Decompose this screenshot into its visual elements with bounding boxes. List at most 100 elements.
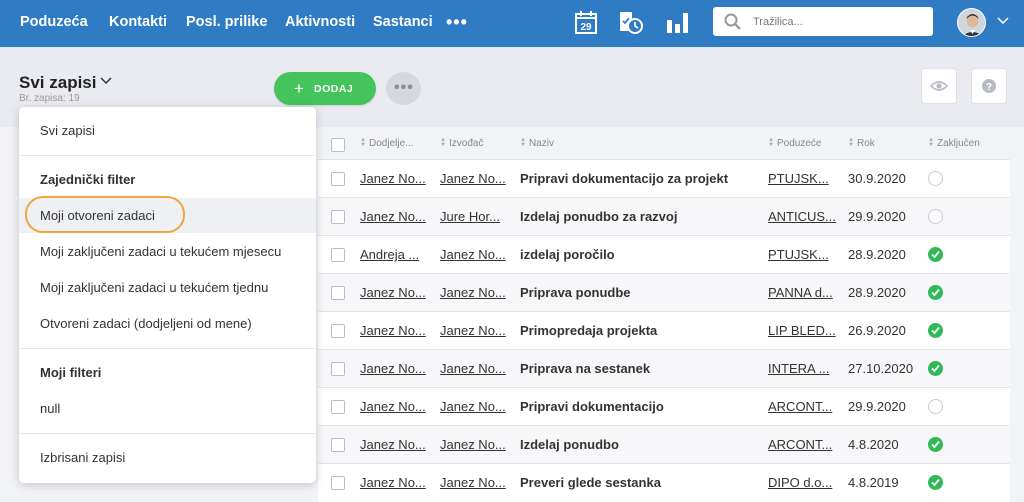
- dropdown-item-open-assigned-by-me[interactable]: Otvoreni zadaci (dodjeljeni od mene): [40, 316, 252, 331]
- assignee-link[interactable]: Janez No...: [360, 361, 426, 376]
- calendar-icon[interactable]: 29: [572, 9, 600, 37]
- dropdown-item-my-closed-month[interactable]: Moji zaključeni zadaci u tekućem mjesecu: [40, 244, 281, 259]
- help-button[interactable]: ?: [971, 68, 1007, 104]
- company-link[interactable]: LIP BLED...: [768, 323, 836, 338]
- row-checkbox[interactable]: [331, 400, 345, 414]
- user-avatar[interactable]: [957, 8, 986, 37]
- assignee-link[interactable]: Janez No...: [360, 437, 426, 452]
- tasks-history-icon[interactable]: [617, 9, 645, 37]
- task-name[interactable]: Priprava na sestanek: [520, 361, 650, 376]
- select-all-checkbox[interactable]: [331, 138, 345, 152]
- row-checkbox[interactable]: [331, 438, 345, 452]
- table-row[interactable]: Janez No... Janez No... Pripravi dokumenta…: [318, 159, 1010, 198]
- row-checkbox[interactable]: [331, 210, 345, 224]
- assignee-link[interactable]: Janez No...: [360, 209, 426, 224]
- dropdown-item-my-open-tasks[interactable]: Moji otvoreni zadaci: [40, 208, 155, 223]
- task-name[interactable]: Izdelaj ponudbo: [520, 437, 619, 452]
- chevron-down-icon[interactable]: [100, 77, 112, 85]
- open-status-icon[interactable]: [928, 171, 943, 186]
- table-row[interactable]: Janez No... Jure Hor... Izdelaj ponudbo za…: [318, 197, 1010, 236]
- assignee-link[interactable]: Janez No...: [360, 323, 426, 338]
- executor-link[interactable]: Janez No...: [440, 437, 506, 452]
- task-name[interactable]: Izdelaj ponudbo za razvoj: [520, 209, 677, 224]
- executor-link[interactable]: Janez No...: [440, 171, 506, 186]
- executor-link[interactable]: Janez No...: [440, 247, 506, 262]
- open-status-icon[interactable]: [928, 209, 943, 224]
- table-row[interactable]: Janez No... Janez No... Preveri glede sest…: [318, 463, 1010, 502]
- chevron-down-icon[interactable]: [997, 17, 1009, 25]
- nav-item-contacts[interactable]: Kontakti: [109, 14, 167, 30]
- add-button[interactable]: + DODAJ: [274, 72, 376, 105]
- row-checkbox[interactable]: [331, 172, 345, 186]
- assignee-link[interactable]: Janez No...: [360, 399, 426, 414]
- row-checkbox[interactable]: [331, 362, 345, 376]
- company-link[interactable]: ARCONT...: [768, 399, 832, 414]
- closed-check-icon[interactable]: [928, 247, 943, 262]
- nav-item-meetings[interactable]: Sastanci: [373, 14, 433, 30]
- due-date: 27.10.2020: [848, 361, 914, 376]
- row-checkbox[interactable]: [331, 248, 345, 262]
- assignee-link[interactable]: Janez No...: [360, 171, 426, 186]
- closed-check-icon[interactable]: [928, 361, 943, 376]
- column-header-due[interactable]: ▲ ▼ Rok: [848, 137, 875, 149]
- column-header-executor[interactable]: ▲ ▼ Izvođač: [440, 137, 483, 149]
- dropdown-item-all-records[interactable]: Svi zapisi: [40, 123, 95, 138]
- open-status-icon[interactable]: [928, 399, 943, 414]
- nav-item-companies[interactable]: Poduzeća: [20, 14, 88, 30]
- task-name[interactable]: Primopredaja projekta: [520, 323, 657, 338]
- executor-link[interactable]: Jure Hor...: [440, 209, 500, 224]
- closed-check-icon[interactable]: [928, 285, 943, 300]
- executor-link[interactable]: Janez No...: [440, 361, 506, 376]
- nav-item-opportunities[interactable]: Posl. prilike: [186, 14, 267, 30]
- dropdown-item-my-closed-week[interactable]: Moji zaključeni zadaci u tekućem tjednu: [40, 280, 268, 295]
- column-header-name[interactable]: ▲ ▼ Naziv: [520, 137, 554, 149]
- nav-more-button[interactable]: •••: [446, 12, 468, 33]
- table-row[interactable]: Janez No... Janez No... Izdelaj ponudbo ARC…: [318, 425, 1010, 464]
- table-row[interactable]: Janez No... Janez No... Pripravi dokumenta…: [318, 387, 1010, 426]
- company-link[interactable]: PTUJSK...: [768, 171, 829, 186]
- task-name[interactable]: izdelaj poročilo: [520, 247, 615, 262]
- task-name[interactable]: Pripravi dokumentacijo: [520, 399, 664, 414]
- task-name[interactable]: Preveri glede sestanka: [520, 475, 661, 490]
- closed-check-icon[interactable]: [928, 437, 943, 452]
- executor-link[interactable]: Janez No...: [440, 399, 506, 414]
- column-header-assignee[interactable]: ▲ ▼ Dodjelje...: [360, 137, 413, 149]
- assignee-link[interactable]: Andreja ...: [360, 247, 419, 262]
- assignee-link[interactable]: Janez No...: [360, 285, 426, 300]
- closed-check-icon[interactable]: [928, 475, 943, 490]
- divider: [19, 433, 316, 434]
- search-box[interactable]: [713, 7, 933, 36]
- company-link[interactable]: PANNA d...: [768, 285, 833, 300]
- executor-link[interactable]: Janez No...: [440, 323, 506, 338]
- table-row[interactable]: Janez No... Janez No... Priprava ponudbe PA…: [318, 273, 1010, 312]
- company-link[interactable]: ARCONT...: [768, 437, 832, 452]
- more-options-button[interactable]: •••: [386, 72, 421, 105]
- task-name[interactable]: Priprava ponudbe: [520, 285, 631, 300]
- company-link[interactable]: DIPO d.o...: [768, 475, 832, 490]
- row-checkbox[interactable]: [331, 324, 345, 338]
- column-header-company[interactable]: ▲ ▼ Poduzeće: [768, 137, 821, 149]
- view-button[interactable]: [921, 68, 957, 104]
- assignee-link[interactable]: Janez No...: [360, 475, 426, 490]
- executor-link[interactable]: Janez No...: [440, 475, 506, 490]
- company-link[interactable]: PTUJSK...: [768, 247, 829, 262]
- table-row[interactable]: Janez No... Janez No... Primopredaja proje…: [318, 311, 1010, 350]
- page-title[interactable]: Svi zapisi: [19, 73, 96, 93]
- column-header-closed[interactable]: ▲ ▼ Zaključen: [928, 137, 980, 149]
- dropdown-item-deleted-records[interactable]: Izbrisani zapisi: [40, 450, 125, 465]
- add-button-label: DODAJ: [314, 83, 354, 95]
- row-checkbox[interactable]: [331, 476, 345, 490]
- table-row[interactable]: Andreja ... Janez No... izdelaj poročilo PT…: [318, 235, 1010, 274]
- company-link[interactable]: ANTICUS...: [768, 209, 836, 224]
- dropdown-item-my-filter[interactable]: null: [40, 401, 60, 416]
- nav-item-activities[interactable]: Aktivnosti: [285, 14, 355, 30]
- table-row[interactable]: Janez No... Janez No... Priprava na sestan…: [318, 349, 1010, 388]
- row-checkbox[interactable]: [331, 286, 345, 300]
- task-name[interactable]: Pripravi dokumentacijo za projekt: [520, 171, 728, 186]
- executor-link[interactable]: Janez No...: [440, 285, 506, 300]
- search-input[interactable]: [751, 12, 925, 32]
- company-link[interactable]: INTERA ...: [768, 361, 829, 376]
- bar-chart-icon[interactable]: [664, 9, 692, 37]
- closed-check-icon[interactable]: [928, 323, 943, 338]
- svg-text:?: ?: [986, 82, 992, 93]
